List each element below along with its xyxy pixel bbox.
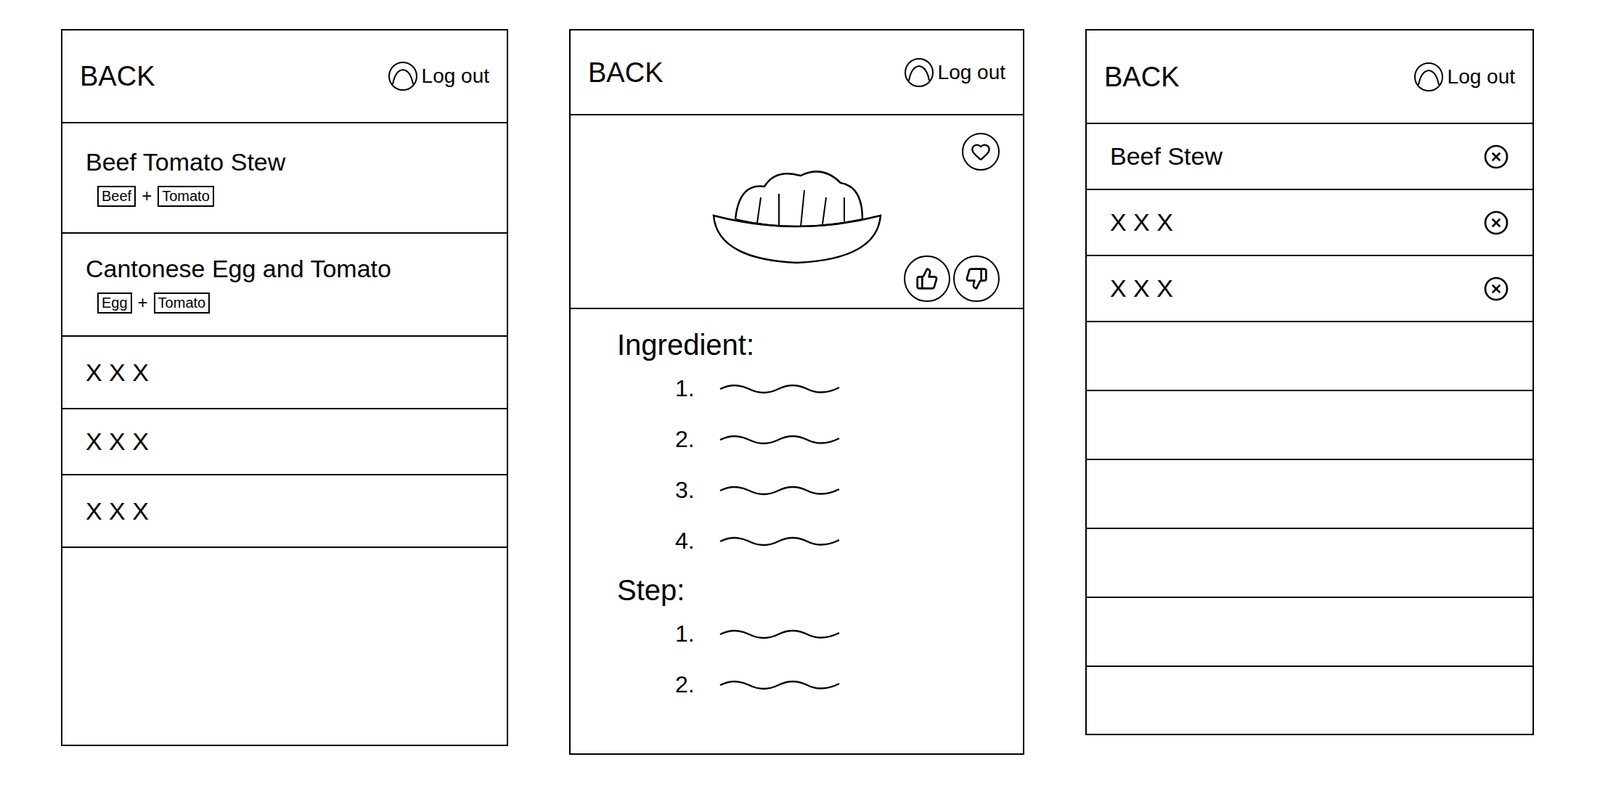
text-placeholder-icon [718,482,843,499]
heart-icon [970,141,991,162]
ingredient-item: 4. [675,515,977,567]
ingredient-item: 1. [675,362,977,414]
recipe-detail-screen: BACKLog outIngredient:1.2.3.4.Step:1.2. [569,29,1025,755]
favorite-button[interactable] [961,132,1000,171]
recipe-row[interactable]: Cantonese Egg and TomatoEgg+Tomato [62,233,507,337]
logout-button[interactable]: Log out [1412,60,1516,93]
like-button[interactable] [903,255,951,302]
top-bar: BACK Log out [1086,30,1533,125]
ingredient-tag: Beef [97,185,136,207]
user-icon [903,56,936,89]
user-icon [1412,60,1445,93]
recipe-row[interactable]: X X X [62,475,507,549]
remove-icon[interactable] [1483,275,1510,302]
dish-photo-icon [706,157,888,267]
text-placeholder-icon [718,431,843,448]
remove-icon[interactable] [1483,143,1510,170]
recipe-row[interactable]: Beef Tomato StewBeef+Tomato [62,123,507,234]
recipe-row[interactable]: X X X [62,336,507,410]
top-bar: BACK Log out [62,30,507,124]
favorite-row[interactable]: Beef Stew [1086,124,1533,191]
logout-button[interactable]: Log out [903,56,1006,89]
recipe-content: Ingredient:1.2.3.4.Step:1.2. [570,309,1023,710]
dish-image [570,115,1023,310]
user-icon [386,60,419,93]
top-bar: BACK Log out [570,30,1023,116]
text-placeholder-icon [718,625,843,642]
recipe-list-screen: BACKLog outBeef Tomato StewBeef+TomatoCa… [60,29,509,747]
ingredient-item: 3. [675,464,977,516]
favorite-row[interactable]: X X X [1086,256,1533,323]
text-placeholder-icon [718,380,843,397]
back-button[interactable]: BACK [79,62,155,91]
empty-row [1086,598,1533,668]
thumbs-down-icon [964,267,989,291]
app: BACKLog outBeef Tomato StewBeef+TomatoCa… [0,0,1600,794]
empty-row [1086,529,1533,599]
recipe-row[interactable]: X X X [62,409,507,476]
back-button[interactable]: BACK [588,58,663,87]
dislike-button[interactable] [953,255,1000,302]
empty-row [1086,460,1533,530]
favorite-row[interactable]: X X X [1086,190,1533,257]
ingredient-title: Ingredient: [617,326,977,363]
step-title: Step: [617,572,977,609]
text-placeholder-icon [718,676,843,693]
ingredient-tag: Egg [97,292,133,314]
step-item: 1. [675,608,977,660]
step-item: 2. [675,659,977,710]
remove-icon[interactable] [1483,209,1510,236]
empty-row [1086,391,1533,461]
ingredient-tag: Tomato [153,292,211,314]
empty-row [1086,322,1533,392]
favorites-screen: BACKLog outBeef StewX X XX X X [1085,29,1534,736]
ingredient-item: 2. [675,413,977,465]
text-placeholder-icon [718,532,843,549]
back-button[interactable]: BACK [1104,63,1179,91]
thumbs-up-icon [915,267,939,291]
logout-button[interactable]: Log out [386,60,490,93]
ingredient-tag: Tomato [157,185,215,207]
